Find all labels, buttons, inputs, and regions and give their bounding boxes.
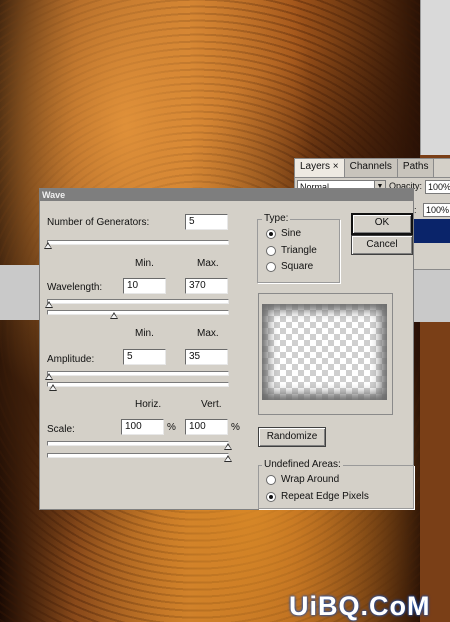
randomize-button[interactable]: Randomize <box>258 427 326 447</box>
tab-layers[interactable]: Layers × <box>295 159 345 177</box>
amplitude-min-slider-thumb[interactable] <box>45 373 53 380</box>
type-group-title: Type: <box>262 213 291 224</box>
canvas-gap-left <box>0 265 40 320</box>
generators-slider-track[interactable] <box>47 240 229 245</box>
scale-vert-slider-thumb[interactable] <box>224 455 232 462</box>
amplitude-min-header: Min. <box>135 328 154 339</box>
scale-vert-percent: % <box>231 422 240 433</box>
opacity-field[interactable]: 100% <box>425 180 450 194</box>
radio-checked-icon[interactable] <box>266 228 276 239</box>
scale-horiz-field[interactable]: 100 <box>121 419 164 435</box>
radio-unchecked-icon[interactable] <box>266 245 276 256</box>
close-icon[interactable]: × <box>333 161 339 172</box>
wavelength-max-slider-track[interactable] <box>47 310 229 315</box>
wavelength-min-header: Min. <box>135 258 154 269</box>
scale-vert-header: Vert. <box>201 399 222 410</box>
canvas-gap-right <box>410 270 450 322</box>
scale-horiz-slider-thumb[interactable] <box>224 443 232 450</box>
scale-vert-slider-track[interactable] <box>47 453 229 458</box>
tab-channels[interactable]: Channels <box>344 159 398 177</box>
undefined-areas-group <box>258 465 414 509</box>
amplitude-max-slider-track[interactable] <box>47 382 229 387</box>
generators-field[interactable]: 5 <box>185 214 228 230</box>
wrap-around-label: Wrap Around <box>281 474 340 485</box>
repeat-edge-pixels-radio[interactable]: Repeat Edge Pixels <box>266 491 369 502</box>
wavelength-max-slider-thumb[interactable] <box>110 312 118 319</box>
radio-unchecked-icon[interactable] <box>266 474 276 485</box>
dialog-title[interactable]: Wave <box>40 189 413 201</box>
generators-label: Number of Generators: <box>47 217 150 228</box>
scale-vert-field[interactable]: 100 <box>185 419 228 435</box>
radio-unchecked-icon[interactable] <box>266 261 276 272</box>
scale-horiz-header: Horiz. <box>135 399 162 410</box>
right-panel-edge <box>420 0 450 155</box>
scale-label: Scale: <box>47 424 75 435</box>
layers-panel-tabs: Layers × Channels Paths <box>295 159 450 178</box>
wavelength-min-field[interactable]: 10 <box>123 278 166 294</box>
scale-horiz-slider-track[interactable] <box>47 441 229 446</box>
type-triangle-radio[interactable]: Triangle <box>266 245 317 256</box>
amplitude-label: Amplitude: <box>47 354 95 365</box>
site-watermark: UiBQ.CoM <box>289 591 431 621</box>
wavelength-min-slider-thumb[interactable] <box>45 301 53 308</box>
type-square-label: Square <box>281 261 314 272</box>
fill-field[interactable]: 100% <box>423 203 450 217</box>
ok-button[interactable]: OK <box>351 213 413 235</box>
preview-frame <box>258 293 393 415</box>
wavelength-max-header: Max. <box>197 258 219 269</box>
tab-layers-label: Layers <box>300 161 331 172</box>
type-sine-label: Sine <box>281 228 302 239</box>
radio-checked-icon[interactable] <box>266 491 276 502</box>
wavelength-label: Wavelength: <box>47 282 103 293</box>
wrap-around-radio[interactable]: Wrap Around <box>266 474 339 485</box>
amplitude-max-header: Max. <box>197 328 219 339</box>
repeat-edge-pixels-label: Repeat Edge Pixels <box>281 491 369 502</box>
amplitude-max-field[interactable]: 35 <box>185 349 228 365</box>
scale-horiz-percent: % <box>167 422 176 433</box>
cancel-button[interactable]: Cancel <box>351 235 413 255</box>
undefined-areas-title: Undefined Areas: <box>262 459 343 470</box>
amplitude-min-slider-track[interactable] <box>47 371 229 376</box>
amplitude-min-field[interactable]: 5 <box>123 349 166 365</box>
type-triangle-label: Triangle <box>281 245 317 256</box>
type-sine-radio[interactable]: Sine <box>266 228 301 239</box>
generators-slider-thumb[interactable] <box>44 242 52 249</box>
tab-paths[interactable]: Paths <box>397 159 435 177</box>
amplitude-max-slider-thumb[interactable] <box>49 384 57 391</box>
wavelength-min-slider-track[interactable] <box>47 299 229 304</box>
type-square-radio[interactable]: Square <box>266 261 313 272</box>
wave-preview <box>262 304 387 400</box>
wavelength-max-field[interactable]: 370 <box>185 278 228 294</box>
wave-dialog: Wave Number of Generators: 5 Min. Max. W… <box>39 188 414 510</box>
